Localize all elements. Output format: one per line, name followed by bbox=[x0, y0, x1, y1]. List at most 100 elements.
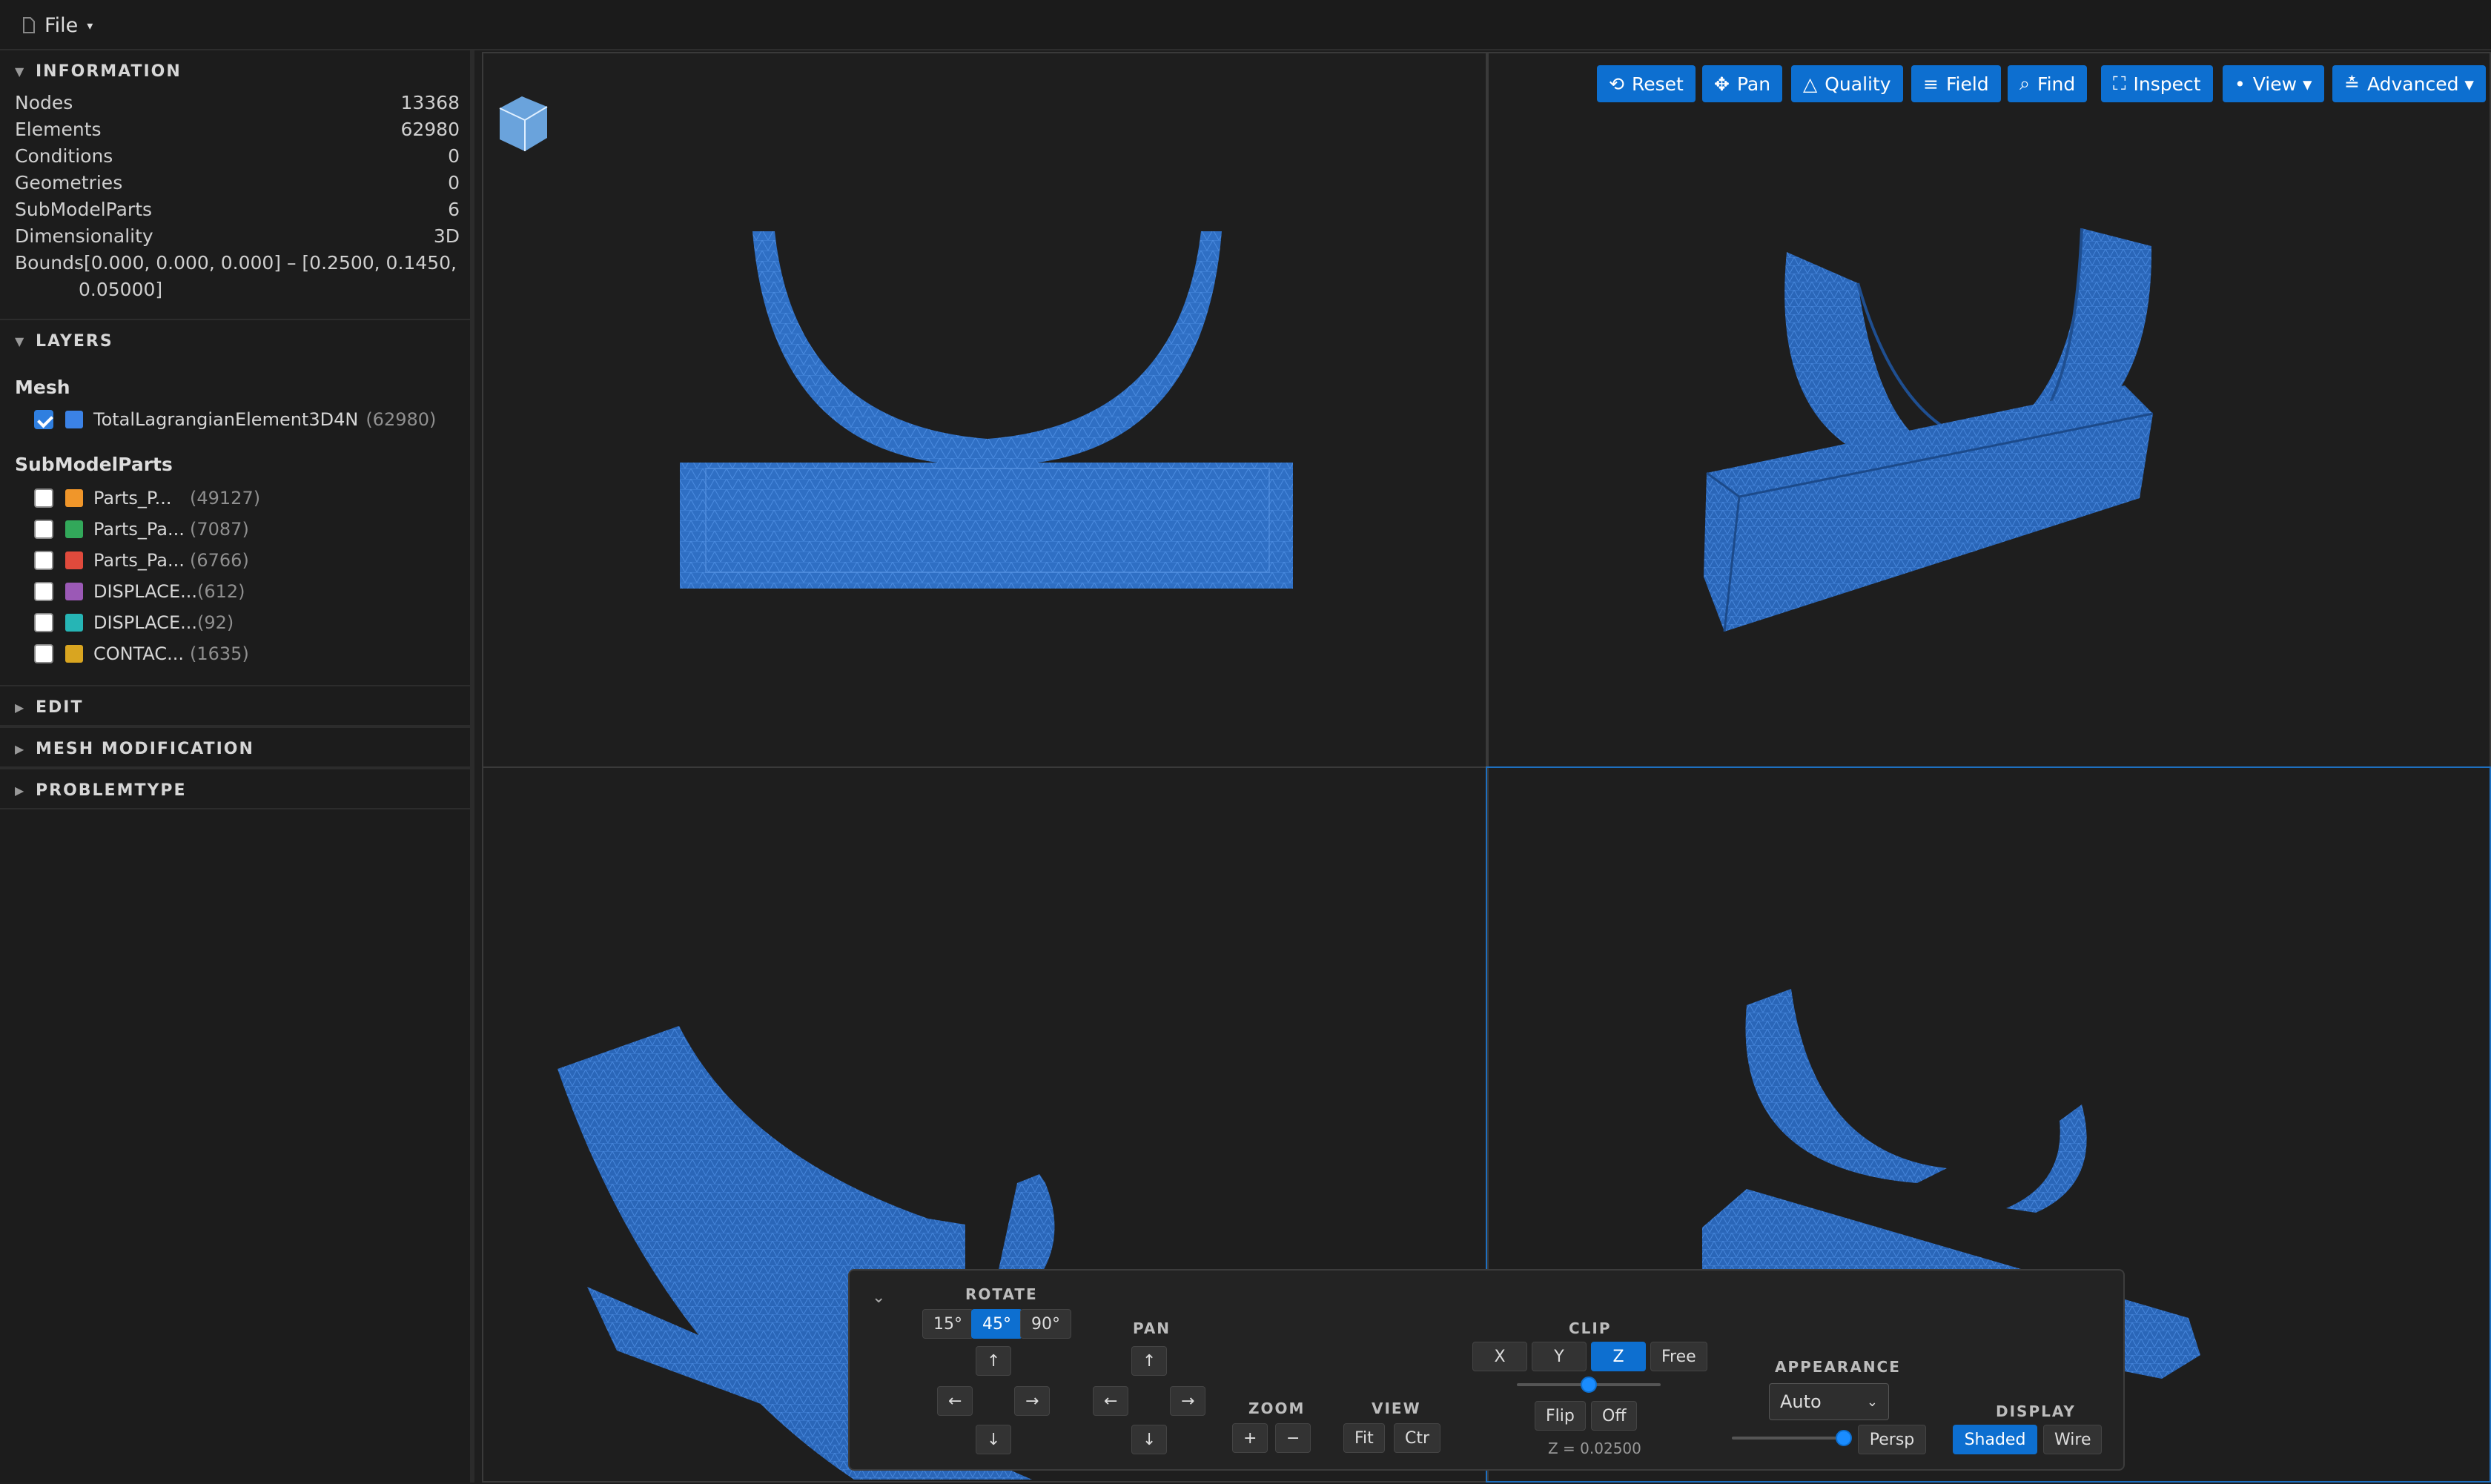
pan-label: Pan bbox=[1736, 73, 1771, 95]
layer-count: (7087) bbox=[190, 519, 249, 540]
find-button[interactable]: ⌕ Find bbox=[2008, 65, 2088, 102]
clip-value-readout: Z = 0.02500 bbox=[1548, 1440, 1641, 1457]
clip-flip-button[interactable]: Flip bbox=[1535, 1401, 1586, 1431]
appearance-select[interactable]: Auto ⌄ bbox=[1769, 1383, 1889, 1420]
layer-count: (92) bbox=[197, 612, 234, 633]
clip-slider-thumb[interactable] bbox=[1581, 1377, 1597, 1393]
viewport-3d[interactable]: ⟲ Reset ✥ Pan △ Quality ≡ Field ⌕ Find ⛶ Inspe… bbox=[479, 50, 2491, 1483]
mesh-modification-section-header[interactable]: ▶ MESH MODIFICATION bbox=[0, 726, 470, 768]
layer-checkbox[interactable] bbox=[34, 613, 53, 632]
rotate-up-button[interactable]: ↑ bbox=[976, 1346, 1012, 1376]
inspect-label: Inspect bbox=[2133, 73, 2201, 95]
info-label: Dimensionality bbox=[15, 225, 153, 247]
move-icon: ✥ bbox=[1714, 73, 1730, 95]
collapse-triangle-icon: ▼ bbox=[15, 64, 26, 79]
chevron-down-icon: ▾ bbox=[87, 18, 93, 33]
collapse-triangle-icon: ▼ bbox=[15, 334, 26, 348]
clip-free-button[interactable]: Free bbox=[1650, 1342, 1707, 1371]
rotate-section-label: ROTATE bbox=[965, 1285, 1038, 1303]
shaded-display-button[interactable]: Shaded bbox=[1953, 1425, 2037, 1454]
clip-y-button[interactable]: Y bbox=[1532, 1342, 1587, 1371]
layer-name: Parts_P... bbox=[93, 488, 172, 509]
pan-button[interactable]: ✥ Pan bbox=[1702, 65, 1783, 102]
view-section-label: VIEW bbox=[1372, 1399, 1421, 1417]
zoom-in-button[interactable]: + bbox=[1232, 1423, 1268, 1453]
zoom-out-button[interactable]: − bbox=[1275, 1423, 1311, 1453]
layer-color-swatch bbox=[65, 551, 83, 569]
info-value: 62980 bbox=[400, 119, 460, 140]
edit-section-header[interactable]: ▶ EDIT bbox=[0, 685, 470, 726]
layer-count: (49127) bbox=[190, 488, 261, 509]
view-menu-button[interactable]: • View ▾ bbox=[2223, 65, 2324, 102]
rotate-step-15-button[interactable]: 15° bbox=[922, 1309, 973, 1339]
field-button[interactable]: ≡ Field bbox=[1911, 65, 2001, 102]
info-value: 13368 bbox=[400, 92, 460, 113]
clip-off-button[interactable]: Off bbox=[1591, 1401, 1638, 1431]
center-view-button[interactable]: Ctr bbox=[1394, 1423, 1441, 1453]
layer-checkbox[interactable] bbox=[34, 551, 53, 570]
menubar: File ▾ bbox=[0, 0, 2491, 50]
rotate-right-button[interactable]: → bbox=[1014, 1386, 1051, 1416]
rotate-step-45-button[interactable]: 45° bbox=[971, 1309, 1022, 1339]
rotate-step-90-button[interactable]: 90° bbox=[1020, 1309, 1071, 1339]
layers-title: LAYERS bbox=[36, 331, 113, 351]
layer-checkbox[interactable] bbox=[34, 410, 53, 429]
problemtype-section-header[interactable]: ▶ PROBLEMTYPE bbox=[0, 768, 470, 809]
layers-section-header[interactable]: ▼ LAYERS bbox=[0, 320, 470, 362]
dot-icon: • bbox=[2234, 73, 2246, 95]
clip-z-button[interactable]: Z bbox=[1591, 1342, 1646, 1371]
layer-checkbox[interactable] bbox=[34, 520, 53, 539]
layer-row-submodel[interactable]: Parts_P... (49127) bbox=[34, 488, 260, 509]
info-label: Geometries bbox=[15, 172, 123, 193]
pan-right-button[interactable]: → bbox=[1170, 1386, 1206, 1416]
rotate-down-button[interactable]: ↓ bbox=[976, 1425, 1012, 1454]
wire-display-button[interactable]: Wire bbox=[2043, 1425, 2103, 1454]
inspect-button[interactable]: ⛶ Inspect bbox=[2101, 65, 2213, 102]
appearance-slider[interactable] bbox=[1732, 1437, 1850, 1440]
layer-checkbox[interactable] bbox=[34, 582, 53, 601]
clip-x-button[interactable]: X bbox=[1472, 1342, 1527, 1371]
layer-row-submodel[interactable]: Parts_Pa... (7087) bbox=[34, 519, 249, 540]
pan-down-button[interactable]: ↓ bbox=[1131, 1425, 1168, 1454]
reset-button[interactable]: ⟲ Reset bbox=[1597, 65, 1696, 102]
file-menu[interactable]: File ▾ bbox=[22, 10, 93, 40]
quality-button[interactable]: △ Quality bbox=[1791, 65, 1903, 102]
quality-label: Quality bbox=[1825, 73, 1891, 95]
viewport-pane-top-right[interactable] bbox=[1486, 52, 2491, 768]
info-label: Nodes bbox=[15, 92, 73, 113]
clip-section-label: CLIP bbox=[1569, 1319, 1612, 1337]
appearance-slider-thumb[interactable] bbox=[1836, 1430, 1852, 1446]
find-label: Find bbox=[2037, 73, 2076, 95]
view-label: View ▾ bbox=[2252, 73, 2312, 95]
layer-count: (62980) bbox=[365, 409, 437, 430]
rotate-left-button[interactable]: ← bbox=[937, 1386, 973, 1416]
perspective-button[interactable]: Persp bbox=[1858, 1425, 1926, 1454]
layer-color-swatch bbox=[65, 614, 83, 632]
layer-checkbox[interactable] bbox=[34, 488, 53, 508]
fit-view-button[interactable]: Fit bbox=[1343, 1423, 1385, 1453]
orientation-cube-icon[interactable] bbox=[499, 96, 548, 151]
pan-left-button[interactable]: ← bbox=[1093, 1386, 1129, 1416]
layer-row-submodel[interactable]: Parts_Pa... (6766) bbox=[34, 550, 249, 571]
info-row-elements: Elements 62980 bbox=[15, 119, 460, 140]
pan-section-label: PAN bbox=[1133, 1319, 1171, 1337]
layer-color-swatch bbox=[65, 645, 83, 663]
layer-checkbox[interactable] bbox=[34, 644, 53, 663]
layer-row-submodel[interactable]: CONTAC... (1635) bbox=[34, 643, 249, 664]
layer-row-submodel[interactable]: DISPLACE... (612) bbox=[34, 581, 245, 602]
information-section-header[interactable]: ▼ INFORMATION bbox=[0, 50, 470, 92]
reset-label: Reset bbox=[1631, 73, 1684, 95]
info-label: Conditions bbox=[15, 145, 113, 167]
layer-name: DISPLACE... bbox=[93, 612, 197, 633]
appearance-selected-value: Auto bbox=[1780, 1391, 1822, 1412]
info-value: 6 bbox=[448, 199, 460, 220]
triangle-icon: △ bbox=[1803, 73, 1818, 95]
layer-name: DISPLACE... bbox=[93, 581, 197, 602]
layer-row-submodel[interactable]: DISPLACE... (92) bbox=[34, 612, 234, 633]
pan-up-button[interactable]: ↑ bbox=[1131, 1346, 1168, 1376]
advanced-menu-button[interactable]: ≛ Advanced ▾ bbox=[2332, 65, 2486, 102]
layer-color-swatch bbox=[65, 583, 83, 600]
viewport-pane-top-left[interactable] bbox=[482, 52, 1489, 768]
collapse-panel-icon[interactable]: ⌄ bbox=[872, 1288, 885, 1307]
layer-row-mesh[interactable]: TotalLagrangianElement3D4N (62980) bbox=[34, 409, 436, 430]
